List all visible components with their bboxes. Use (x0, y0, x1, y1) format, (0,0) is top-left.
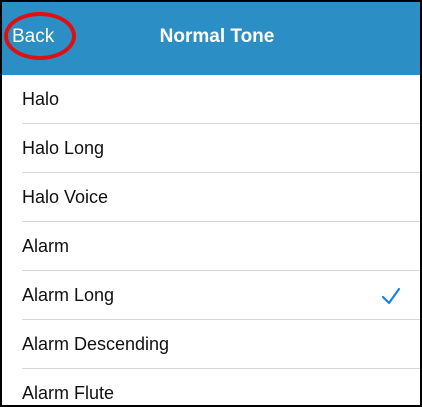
list-item-halo[interactable]: Halo (2, 75, 420, 124)
list-item-halo-voice[interactable]: Halo Voice (2, 173, 420, 222)
page-title: Normal Tone (159, 26, 275, 47)
list-item-halo-long[interactable]: Halo Long (2, 124, 420, 173)
list-item-alarm-descending[interactable]: Alarm Descending (2, 320, 420, 369)
list-item-alarm[interactable]: Alarm (2, 222, 420, 271)
tone-label: Alarm (22, 236, 70, 256)
tone-label: Alarm Flute (22, 383, 115, 403)
tone-label: Alarm Long (22, 285, 115, 305)
list-item-alarm-flute[interactable]: Alarm Flute (2, 369, 420, 405)
tone-label: Halo (22, 89, 60, 109)
tone-label: Alarm Descending (22, 334, 170, 354)
tone-label: Halo Long (22, 138, 105, 158)
navigation-bar: Back Normal Tone (2, 2, 420, 75)
tone-list: Halo Halo Long Halo Voice Alarm Alarm Lo… (2, 75, 420, 405)
tone-label: Halo Voice (22, 187, 109, 207)
screen: Back Normal Tone Halo Halo Long Halo Voi… (0, 0, 422, 407)
checkmark-icon (381, 287, 401, 305)
list-item-alarm-long[interactable]: Alarm Long (2, 271, 420, 320)
